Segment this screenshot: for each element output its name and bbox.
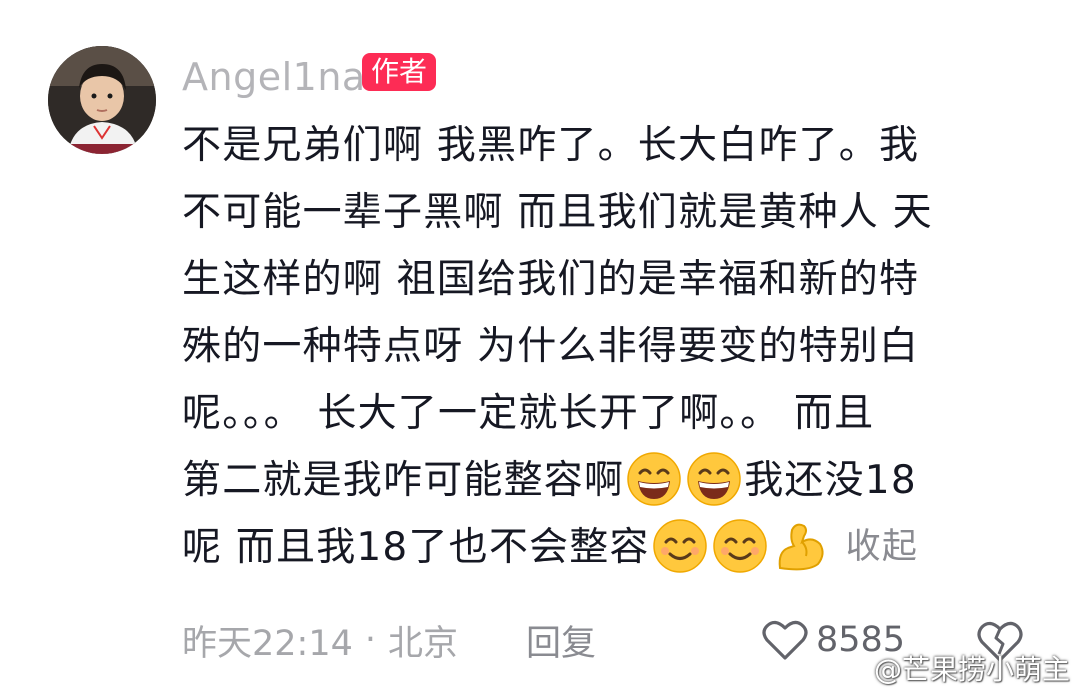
author-badge: 作者: [362, 53, 437, 91]
comment-line: 呢。。。 长大了一定就长开了啊。。 而且: [182, 391, 875, 436]
grin-emoji: [686, 451, 742, 507]
comment-line: 第二就是我咋可能整容啊 我还没18: [182, 447, 1042, 514]
smile-emoji: [712, 518, 768, 574]
comment-text: 我还没18: [744, 458, 917, 503]
location: 北京: [388, 623, 459, 664]
avatar[interactable]: [48, 46, 156, 154]
watermark: @芒果捞小萌主: [836, 648, 1070, 688]
reply-button[interactable]: 回复: [526, 612, 596, 668]
separator: ·: [364, 620, 377, 660]
collapse-link[interactable]: 收起: [846, 514, 918, 581]
avatar-image: [48, 46, 156, 154]
comment-body: 不是兄弟们啊 我黑咋了。长大白咋了。我 不可能一辈子黑啊 而且我们就是黄种人 天…: [182, 112, 1042, 581]
heart-icon: [762, 620, 808, 660]
smile-emoji: [652, 518, 708, 574]
timestamp: 昨天22:14: [182, 623, 353, 664]
comment-line: 殊的一种特点呀 为什么非得要变的特别白: [182, 324, 920, 369]
comment-meta: 昨天22:14 · 北京: [182, 612, 458, 668]
comment-line: 不可能一辈子黑啊 而且我们就是黄种人 天: [182, 190, 933, 235]
weibo-icon: [836, 657, 869, 682]
comment-line: 不是兄弟们啊 我黑咋了。长大白咋了。我: [182, 123, 920, 168]
comment-text: 呢 而且我18了也不会整容: [182, 525, 650, 570]
comment-line: 生这样的啊 祖国给我们的是幸福和新的特: [182, 257, 920, 302]
comment-text: 第二就是我咋可能整容啊: [182, 458, 625, 503]
username[interactable]: Angel1na: [182, 52, 366, 102]
flex-arm-emoji: [772, 518, 828, 574]
grin-emoji: [626, 451, 682, 507]
comment-line: 呢 而且我18了也不会整容 收起: [182, 514, 1042, 581]
watermark-text: @芒果捞小萌主: [873, 653, 1070, 686]
